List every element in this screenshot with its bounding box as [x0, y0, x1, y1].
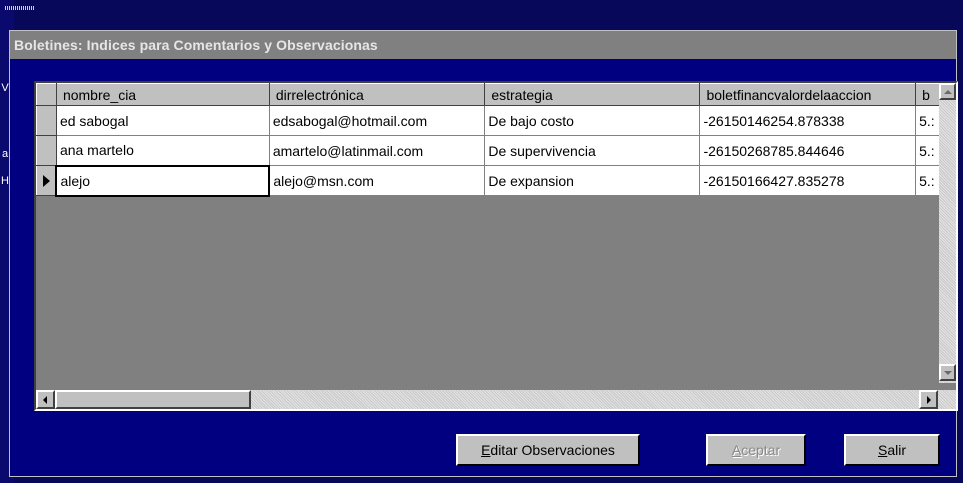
data-grid[interactable]: nombre_cia dirrelectrónica estrategia bo… — [34, 81, 958, 411]
cell-dirrelectronica[interactable]: amartelo@latinmail.com — [268, 135, 486, 166]
scroll-left-button[interactable] — [36, 390, 55, 409]
dialog-title-bar[interactable]: Boletines: Indices para Comentarios y Ob… — [10, 31, 956, 59]
table-row: ed sabogal edsabogal@hotmail.com De bajo… — [36, 105, 956, 136]
aceptar-button[interactable]: Aceptar — [706, 434, 806, 466]
triangle-right-icon — [927, 396, 931, 404]
scroll-up-button[interactable] — [939, 83, 956, 100]
background-titlebar-dots — [5, 6, 35, 10]
cell-dirrelectronica[interactable]: alejo@msn.com — [268, 165, 486, 196]
triangle-down-icon — [944, 371, 952, 375]
scroll-right-button[interactable] — [919, 390, 938, 409]
button-mnemonic: A — [731, 442, 742, 458]
horizontal-scroll-thumb[interactable] — [55, 390, 251, 409]
triangle-left-icon — [43, 396, 47, 404]
column-header-dirrelectronica[interactable]: dirrelectrónica — [268, 83, 486, 106]
cell-boletfinancvalordelaaccion[interactable]: -26150268785.844646 — [699, 135, 917, 166]
current-row-pointer-icon — [43, 174, 50, 187]
button-label: alir — [887, 442, 906, 458]
triangle-up-icon — [944, 90, 952, 94]
row-selector[interactable] — [36, 135, 57, 166]
button-label: ditar Observaciones — [490, 442, 615, 458]
editar-observaciones-button[interactable]: Editar Observaciones — [456, 434, 640, 466]
cell-boletfinancvalordelaaccion[interactable]: -26150166427.835278 — [699, 165, 917, 196]
cell-boletfinancvalordelaaccion[interactable]: -26150146254.878338 — [699, 105, 917, 136]
salir-button[interactable]: Salir — [844, 434, 940, 466]
column-header-nombre-cia[interactable]: nombre_cia — [55, 83, 270, 106]
grid-table: nombre_cia dirrelectrónica estrategia bo… — [36, 83, 956, 197]
scroll-down-button[interactable] — [939, 364, 956, 381]
table-row: ana martelo amartelo@latinmail.com De su… — [36, 135, 956, 166]
cell-nombre-cia[interactable]: ed sabogal — [55, 105, 270, 136]
vertical-scrollbar[interactable] — [939, 83, 956, 383]
horizontal-scrollbar[interactable] — [36, 390, 956, 409]
button-label: ceptar — [741, 442, 781, 458]
column-header-estrategia[interactable]: estrategia — [484, 83, 701, 106]
cell-nombre-cia[interactable]: ana martelo — [55, 135, 270, 166]
cell-estrategia[interactable]: De supervivencia — [484, 135, 701, 166]
boletines-dialog: Boletines: Indices para Comentarios y Ob… — [9, 30, 958, 477]
row-selector[interactable] — [36, 105, 57, 136]
button-mnemonic: S — [877, 442, 888, 458]
cell-estrategia[interactable]: De expansion — [484, 165, 701, 196]
cell-dirrelectronica[interactable]: edsabogal@hotmail.com — [268, 105, 486, 136]
cell-estrategia[interactable]: De bajo costo — [484, 105, 701, 136]
column-header-boletfinancvalordelaaccion[interactable]: boletfinancvalordelaaccion — [699, 83, 917, 106]
table-row-current: alejo alejo@msn.com De expansion -261501… — [36, 164, 956, 197]
row-selector-current[interactable] — [36, 165, 57, 196]
cell-nombre-cia-selected[interactable]: alejo — [55, 164, 271, 197]
grid-header-row: nombre_cia dirrelectrónica estrategia bo… — [36, 83, 956, 106]
button-mnemonic: E — [481, 442, 491, 458]
grid-corner-cell[interactable] — [36, 83, 57, 106]
